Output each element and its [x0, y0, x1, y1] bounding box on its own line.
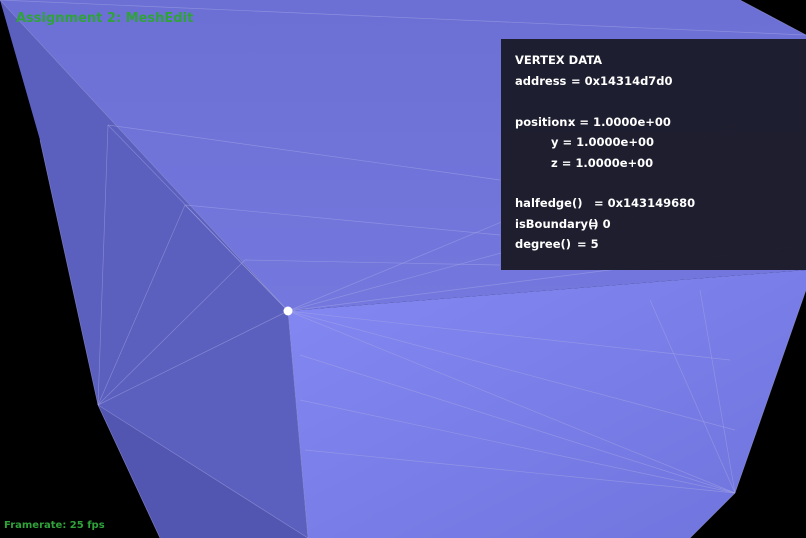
position-y-value: y = 1.0000e+00 [551, 135, 654, 149]
isboundary-label: isBoundary() [515, 217, 599, 231]
selected-vertex-dot[interactable] [283, 306, 293, 316]
panel-heading: VERTEX DATA [515, 53, 603, 67]
halfedge-label: halfedge() [515, 196, 583, 210]
vertex-data-panel: VERTEX DATA address = 0x14314d7d0 positi… [501, 39, 806, 270]
address-label: address [515, 74, 567, 88]
address-value: = 0x14314d7d0 [571, 74, 673, 88]
position-x-value: x = 1.0000e+00 [568, 115, 671, 129]
framerate-readout: Framerate: 25 fps [4, 520, 105, 531]
app-title: Assignment 2: MeshEdit [16, 11, 194, 26]
halfedge-value: = 0x143149680 [594, 196, 696, 210]
position-z-value: z = 1.0000e+00 [551, 156, 654, 170]
mesh-face-front [288, 270, 806, 538]
position-label: position: [515, 115, 573, 129]
degree-value: = 5 [577, 237, 599, 251]
isboundary-value: = 0 [589, 217, 611, 231]
degree-label: degree() [515, 237, 572, 251]
